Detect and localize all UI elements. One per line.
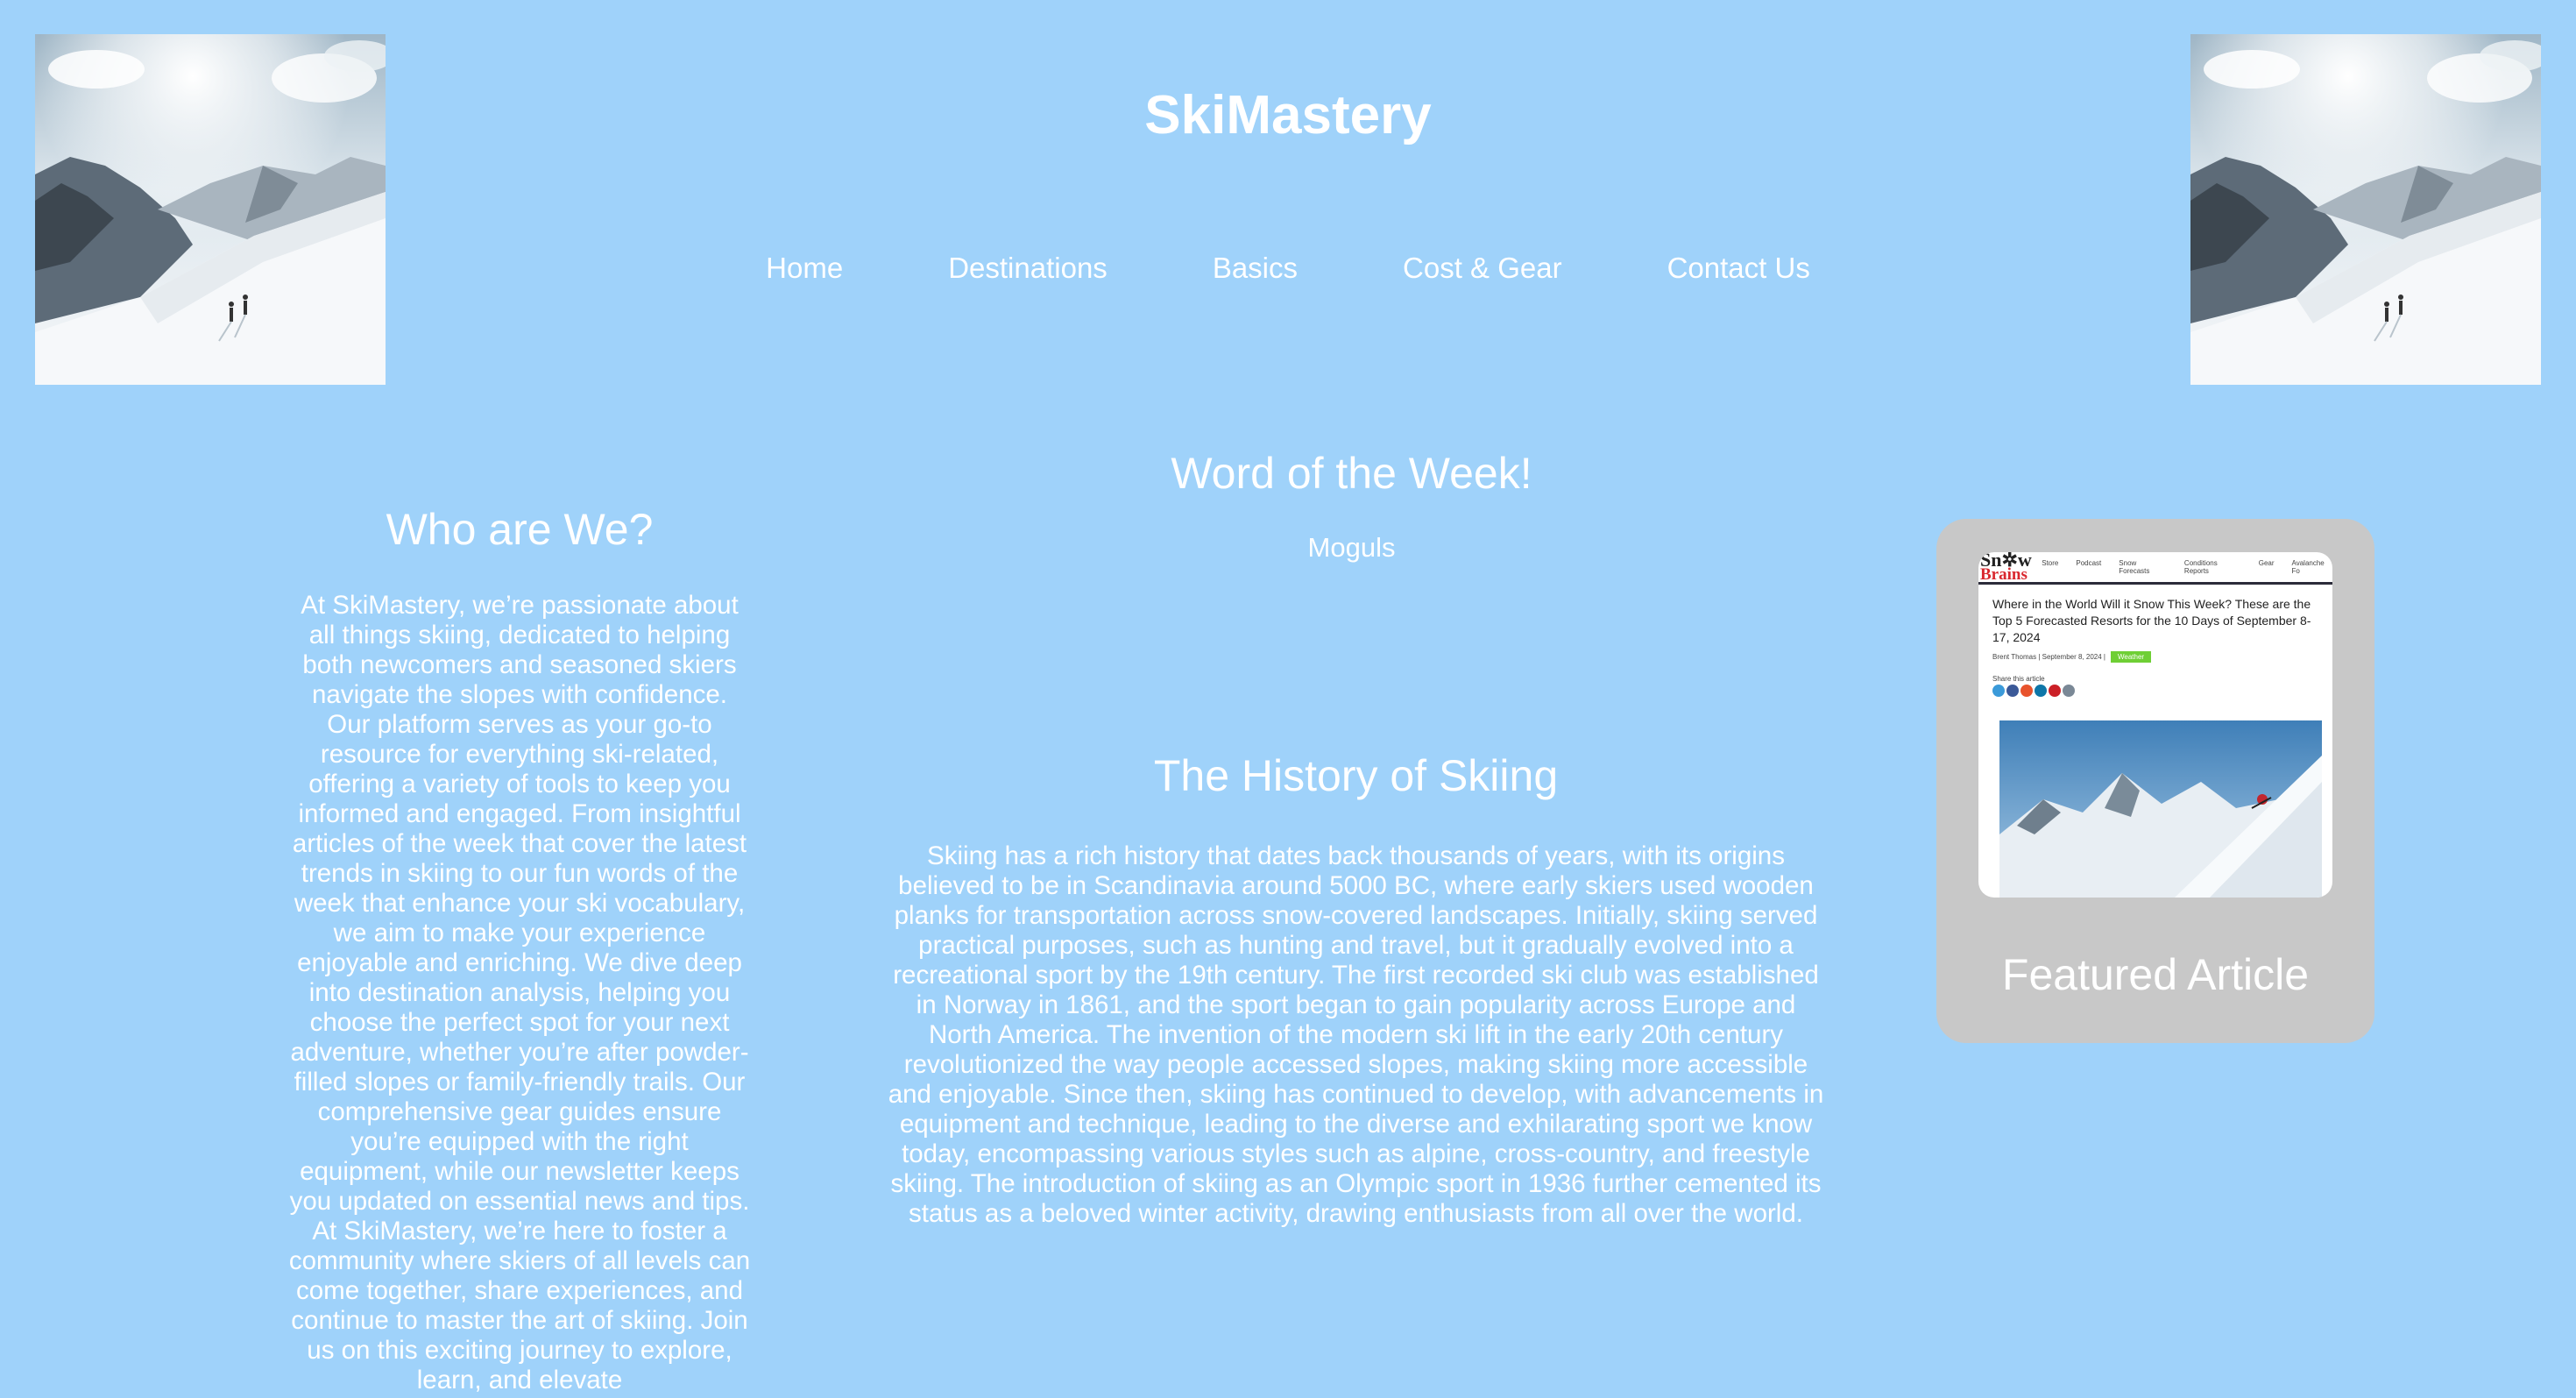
- facebook-icon: [2006, 685, 2019, 697]
- thumbnail-nav: Store Podcast Snow Forecasts Conditions …: [2042, 559, 2332, 575]
- about-section: Who are We? At SkiMastery, we’re passion…: [287, 491, 752, 1395]
- thumbnail-nav-item: Gear: [2258, 559, 2275, 567]
- history-section: The History of Skiing Skiing has a rich …: [885, 745, 1827, 1229]
- snowbrains-logo: Sn✲w Brains: [1980, 552, 2042, 584]
- twitter-icon: [1992, 685, 2005, 697]
- thumbnail-nav-item: Conditions Reports: [2183, 559, 2218, 575]
- mountain-skiers-photo: [2190, 34, 2541, 385]
- linkedin-icon: [2035, 685, 2047, 697]
- email-icon: [2063, 685, 2075, 697]
- history-heading: The History of Skiing: [1153, 751, 1559, 800]
- thumbnail-headline: Where in the World Will it Snow This Wee…: [1992, 597, 2311, 644]
- nav-contact-us[interactable]: Contact Us: [1667, 252, 1810, 285]
- logo-bottom-text: Brains: [1980, 565, 2028, 584]
- about-body: At SkiMastery, we’re passionate about al…: [288, 591, 751, 1394]
- thumbnail-nav-item: Snow Forecasts: [2119, 559, 2150, 575]
- main-nav: Home Destinations Basics Cost & Gear Con…: [0, 252, 2576, 285]
- word-of-week-term: Moguls: [1307, 532, 1396, 563]
- nav-cost-gear[interactable]: Cost & Gear: [1403, 252, 1562, 285]
- featured-article-thumbnail[interactable]: Sn✲w Brains Store Podcast Snow Forecasts…: [1978, 552, 2332, 898]
- thumbnail-byline: Brent Thomas | September 8, 2024 |: [1992, 653, 2105, 661]
- about-heading: Who are We?: [386, 505, 654, 554]
- thumbnail-nav-item: Store: [2042, 559, 2059, 567]
- nav-basics[interactable]: Basics: [1213, 252, 1298, 285]
- reddit-icon: [2020, 685, 2033, 697]
- history-body: Skiing has a rich history that dates bac…: [888, 841, 1824, 1228]
- site-title: SkiMastery: [1144, 85, 1432, 145]
- featured-article-card[interactable]: Sn✲w Brains Store Podcast Snow Forecasts…: [1936, 519, 2374, 1043]
- word-of-week-heading: Word of the Week!: [1171, 449, 1532, 498]
- thumbnail-tag: Weather: [2110, 651, 2152, 663]
- right-banner-image: [2190, 34, 2541, 385]
- pinterest-icon: [2049, 685, 2061, 697]
- skier-mountain-photo: [1999, 720, 2322, 898]
- featured-article-caption: Featured Article: [2001, 950, 2310, 999]
- word-of-week-section: Word of the Week! Moguls: [876, 443, 1827, 564]
- nav-destinations[interactable]: Destinations: [948, 252, 1108, 285]
- thumbnail-nav-item: Avalanche Fo: [2291, 559, 2325, 575]
- thumbnail-share-label: Share this article: [1992, 675, 2045, 683]
- nav-home[interactable]: Home: [766, 252, 843, 285]
- thumbnail-meta: Brent Thomas | September 8, 2024 | Weath…: [1992, 651, 2318, 663]
- thumbnail-nav-item: Podcast: [2076, 559, 2102, 567]
- share-icons: [1992, 685, 2332, 697]
- thumbnail-header: Sn✲w Brains Store Podcast Snow Forecasts…: [1978, 552, 2332, 585]
